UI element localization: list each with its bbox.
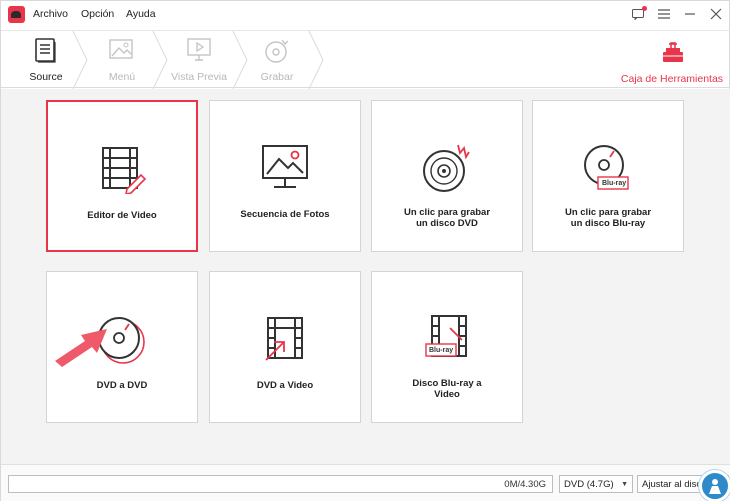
menu-ayuda[interactable]: Ayuda: [126, 8, 156, 20]
bluray-badge: Blu-ray: [429, 347, 454, 354]
window-controls: [631, 6, 723, 21]
tile-bluray-to-video[interactable]: Blu-ray Disco Blu-ray a Video: [371, 271, 523, 423]
step-source[interactable]: Source: [6, 31, 86, 89]
step-vista-previa[interactable]: Vista Previa: [159, 31, 239, 89]
disc-icon: [265, 39, 289, 63]
menu-bar: Archivo Opción Ayuda: [1, 1, 730, 29]
pointer-arrow-icon: [55, 329, 107, 367]
bluray-badge: Blu-ray: [602, 180, 627, 187]
step-label: Grabar: [260, 71, 294, 83]
toolbox-label: Caja de Herramientas: [620, 73, 724, 85]
menu-archivo[interactable]: Archivo: [33, 8, 68, 20]
workflow-steps: Source Menú Vista Previa Grabar Caja de …: [1, 30, 730, 89]
tile-label: DVD a DVD: [96, 380, 148, 391]
image-icon: [109, 39, 133, 59]
monitor-play-icon: [187, 38, 211, 61]
close-icon[interactable]: [709, 7, 723, 21]
tile-label-line2: un disco Blu-ray: [570, 218, 646, 229]
step-grabar[interactable]: Grabar: [237, 31, 317, 89]
tile-label-line2: un disco DVD: [416, 218, 478, 229]
tile-label-line1: Un clic para grabar: [403, 207, 491, 218]
disc-type-value: DVD (4.7G): [564, 479, 614, 490]
photo-slideshow-icon: [262, 145, 308, 188]
step-menu[interactable]: Menú: [82, 31, 162, 89]
tile-label: DVD a Video: [256, 380, 314, 391]
step-label: Source: [29, 71, 63, 83]
tile-label-line1: Un clic para grabar: [564, 207, 652, 218]
status-bar: 0M/4.30G DVD (4.7G) ▼ Ajustar al disco: [1, 464, 730, 501]
disc-usage-text: 0M/4.30G: [504, 479, 546, 490]
dvd-to-video-icon: [265, 317, 303, 361]
feedback-icon[interactable]: [631, 6, 647, 21]
tile-dvd-to-video[interactable]: DVD a Video: [209, 271, 361, 423]
menu-icon[interactable]: [657, 7, 671, 21]
bluray-to-video-icon: [425, 315, 467, 357]
burn-bluray-icon: [584, 145, 629, 190]
burn-dvd-icon: [423, 144, 470, 192]
tools-grid: Editor de Video Secuencia de Fotos Un cl…: [1, 89, 730, 464]
tile-burn-dvd[interactable]: Un clic para grabar un disco DVD: [371, 100, 523, 252]
watermark-logo: [699, 470, 730, 501]
document-icon: [35, 38, 56, 63]
tile-label: Disco Blu-ray a Video: [378, 378, 516, 400]
fit-mode-value: Ajustar al disco: [642, 479, 707, 490]
step-label: Menú: [108, 71, 136, 83]
tile-label: Un clic para grabar un disco Blu-ray: [539, 207, 677, 229]
step-label: Vista Previa: [171, 71, 227, 83]
chevron-down-icon: ▼: [621, 481, 628, 488]
video-editor-icon: [102, 147, 147, 194]
minimize-icon[interactable]: [683, 7, 697, 21]
tile-label: Un clic para grabar un disco DVD: [378, 207, 516, 229]
toolbox-icon: [663, 42, 683, 62]
menu-opcion[interactable]: Opción: [81, 8, 114, 20]
tile-burn-bluray[interactable]: Blu-ray Un clic para grabar un disco Blu…: [532, 100, 684, 252]
toolbox-button[interactable]: Caja de Herramientas: [617, 31, 727, 89]
tile-video-editor[interactable]: Editor de Video: [46, 100, 198, 252]
tile-label-line1: Disco Blu-ray a: [412, 378, 482, 389]
app-logo: [8, 6, 25, 23]
disc-type-select[interactable]: DVD (4.7G) ▼: [559, 475, 633, 493]
tile-label: Editor de Video: [87, 210, 157, 221]
tile-label-line2: Video: [434, 389, 460, 400]
disc-usage-bar: 0M/4.30G: [8, 475, 553, 493]
tile-photo-slideshow[interactable]: Secuencia de Fotos: [209, 100, 361, 252]
tile-label: Secuencia de Fotos: [240, 209, 330, 220]
person-icon: [709, 479, 721, 494]
